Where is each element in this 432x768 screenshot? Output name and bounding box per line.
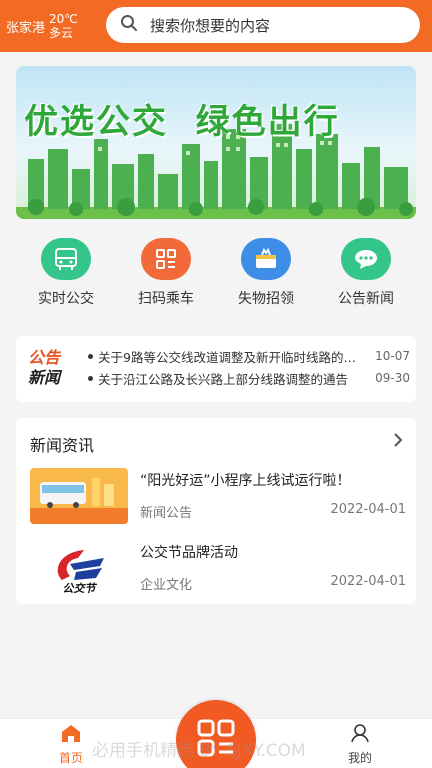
watermark-text: 必用手机精选 BY SJXY.COM bbox=[92, 741, 306, 761]
user-icon bbox=[349, 723, 371, 747]
notice-logo-line2: 新闻 bbox=[28, 368, 61, 387]
news-title: “阳光好运”小程序上线试运行啦！ bbox=[140, 473, 351, 489]
quick-notice-news[interactable]: 公告新闻 bbox=[320, 238, 412, 313]
notice-logo: 公告 新闻 bbox=[28, 348, 76, 388]
bus-icon bbox=[41, 238, 91, 280]
notice-item[interactable]: 关于9路等公交线改道调整及新开临时线路的通告 10-07 bbox=[88, 346, 410, 366]
quick-label: 扫码乘车 bbox=[138, 291, 194, 307]
notice-date: 09-30 bbox=[375, 371, 410, 385]
temperature: 20℃ bbox=[49, 12, 78, 26]
tab-label: 首页 bbox=[58, 751, 83, 765]
bullet-icon bbox=[88, 375, 93, 381]
quick-scan-ride[interactable]: 扫码乘车 bbox=[120, 238, 212, 313]
home-icon bbox=[60, 723, 82, 747]
chevron-right-icon[interactable] bbox=[392, 432, 404, 452]
promo-banner[interactable]: 优选公交 绿色出行 bbox=[16, 66, 416, 219]
news-thumbnail bbox=[30, 468, 128, 524]
tab-label: 我的 bbox=[347, 751, 372, 765]
weather-info: 20℃ 多云 bbox=[49, 12, 78, 40]
top-bar: 张家港 20℃ 多云 搜索你想要的内容 bbox=[0, 0, 432, 52]
section-title: 新闻资讯 bbox=[30, 436, 95, 455]
notice-logo-line1: 公告 bbox=[28, 348, 61, 367]
quick-label: 公告新闻 bbox=[338, 291, 394, 307]
news-section: 新闻资讯 “阳光好运”小程序上线试运行啦！ 新闻公告 2022-04-01 公交… bbox=[16, 418, 416, 604]
quick-lost-found[interactable]: 失物招领 bbox=[220, 238, 312, 313]
news-title: 公交节品牌活动 bbox=[140, 545, 238, 561]
news-category: 企业文化 bbox=[140, 578, 193, 593]
notice-date: 10-07 bbox=[375, 349, 410, 363]
chat-icon bbox=[341, 238, 391, 280]
notice-title: 关于9路等公交线改道调整及新开临时线路的通告 bbox=[98, 349, 366, 365]
search-bar[interactable]: 搜索你想要的内容 bbox=[106, 7, 420, 43]
location-weather[interactable]: 张家港 20℃ 多云 bbox=[0, 12, 100, 40]
notice-title: 关于沿江公路及长兴路上部分线路调整的通告 bbox=[98, 371, 349, 387]
notice-item[interactable]: 关于沿江公路及长兴路上部分线路调整的通告 09-30 bbox=[88, 368, 410, 388]
search-icon bbox=[120, 14, 138, 36]
weather-condition: 多云 bbox=[49, 26, 74, 40]
news-item[interactable]: “阳光好运”小程序上线试运行啦！ 新闻公告 2022-04-01 bbox=[30, 468, 410, 524]
search-placeholder: 搜索你想要的内容 bbox=[150, 16, 271, 35]
logo-text: 公交节 bbox=[63, 582, 98, 595]
quick-realtime-bus[interactable]: 实时公交 bbox=[20, 238, 112, 313]
quick-actions: 实时公交 扫码乘车 失物招领 公告新闻 bbox=[16, 238, 416, 313]
news-date: 2022-04-01 bbox=[330, 502, 406, 517]
bullet-icon bbox=[88, 353, 93, 359]
qr-scan-icon bbox=[141, 238, 191, 280]
tab-mine[interactable]: 我的 bbox=[330, 723, 390, 766]
lost-found-icon bbox=[241, 238, 291, 280]
city-name: 张家港 bbox=[6, 20, 46, 36]
news-item[interactable]: 公交节 公交节品牌活动 企业文化 2022-04-01 bbox=[30, 540, 410, 596]
banner-slogan: 优选公交 绿色出行 bbox=[24, 102, 340, 142]
quick-label: 实时公交 bbox=[38, 291, 94, 307]
news-category: 新闻公告 bbox=[140, 506, 193, 521]
quick-label: 失物招领 bbox=[238, 291, 294, 307]
bus-festival-logo: 公交节 bbox=[30, 540, 128, 596]
notice-ticker: 公告 新闻 关于9路等公交线改道调整及新开临时线路的通告 10-07 关于沿江公… bbox=[16, 336, 416, 402]
news-date: 2022-04-01 bbox=[330, 574, 406, 589]
